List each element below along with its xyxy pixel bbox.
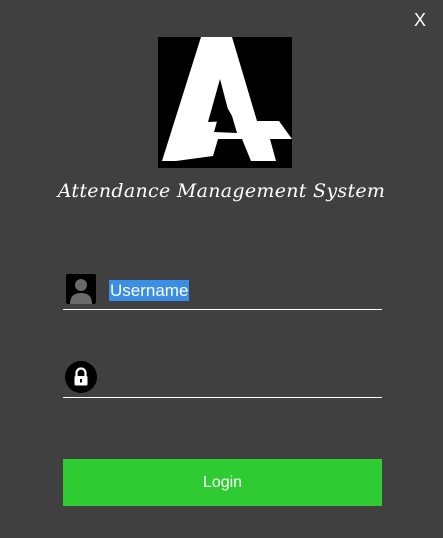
- username-input[interactable]: Username: [109, 278, 377, 304]
- user-icon: [66, 274, 96, 304]
- password-input[interactable]: [109, 366, 377, 392]
- password-field[interactable]: [63, 360, 382, 398]
- app-title: Attendance Management System: [57, 180, 386, 202]
- login-button[interactable]: Login: [63, 459, 382, 506]
- lock-icon: [65, 361, 97, 393]
- username-field[interactable]: Username: [63, 272, 382, 310]
- username-value: Username: [109, 280, 190, 301]
- a-plus-logo-icon: [162, 37, 292, 161]
- app-logo: [158, 37, 292, 168]
- close-button[interactable]: X: [406, 8, 434, 32]
- login-window: X Attendance Management System Username: [0, 0, 443, 538]
